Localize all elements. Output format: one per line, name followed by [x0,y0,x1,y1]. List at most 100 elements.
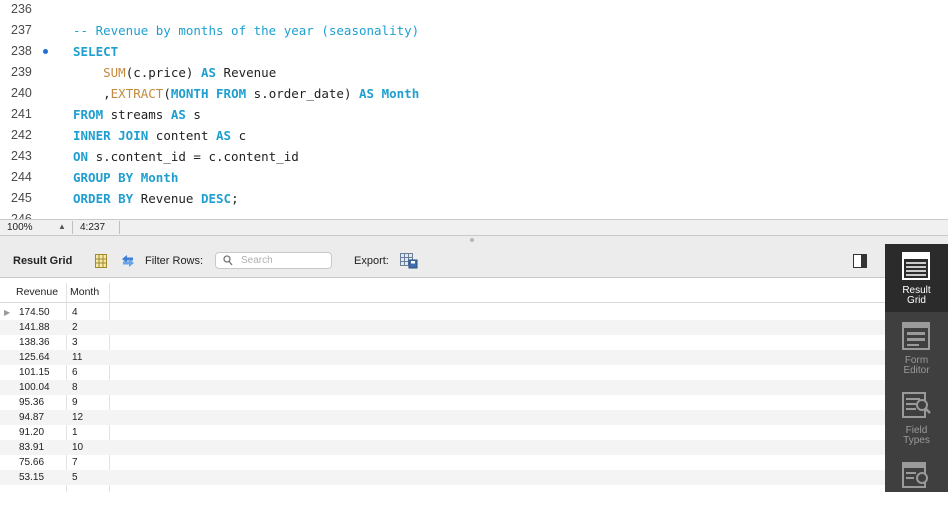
cell-revenue[interactable]: 95.36 [19,395,44,410]
cell-revenue[interactable]: 100.04 [19,380,50,395]
code-token: Revenue [133,191,201,206]
code-text: GROUP BY Month [73,167,178,188]
code-line[interactable]: 242 INNER JOIN content AS c [0,125,948,146]
form-editor-panel-button[interactable]: Form Editor [885,314,948,382]
splitter-handle[interactable] [470,238,474,242]
cell-month[interactable]: 5 [72,470,78,485]
table-row[interactable]: 141.88 2 [0,320,885,335]
cell-revenue[interactable]: 53.15 [19,470,44,485]
column-layout-icon[interactable] [95,254,107,271]
table-row[interactable]: ▶ 174.50 4 [0,305,885,320]
field-types-panel-button[interactable]: Field Types [885,384,948,452]
cursor-position: 4:237 [80,222,106,233]
execution-marker-icon[interactable] [43,49,48,54]
cell-revenue[interactable]: 174.50 [19,305,50,320]
search-placeholder: Search [241,255,273,266]
cell-month[interactable]: 3 [72,335,78,350]
line-number: 240 [11,86,32,100]
cell-month[interactable]: 4 [72,305,78,320]
cell-revenue[interactable]: 75.66 [19,455,44,470]
line-number: 242 [11,128,32,142]
code-token: s.order_date) [246,86,360,101]
current-row-arrow-icon: ▶ [4,308,11,317]
code-token: , [73,86,111,101]
code-text: SUM(c.price) AS Revenue [73,62,276,83]
refresh-arrows-icon[interactable] [120,254,136,271]
table-row[interactable]: 53.15 5 [0,470,885,485]
sql-editor[interactable]: 236 237 -- Revenue by months of the year (… [0,0,948,219]
code-text: -- Revenue by months of the year (season… [73,20,419,41]
line-number: 246 [11,212,32,219]
field-types-icon [902,390,932,425]
editor-status-bar: 100% ▲ 4:237 [0,219,948,236]
table-row[interactable]: 94.87 12 [0,410,885,425]
code-token: SUM [103,65,126,80]
code-line[interactable]: 241 FROM streams AS s [0,104,948,125]
panel-splitter[interactable] [0,236,948,244]
result-toolbar: Result Grid Filter Rows: Search Export: [0,244,885,278]
cell-revenue[interactable]: 138.36 [19,335,50,350]
code-line[interactable]: 240 ,EXTRACT(MONTH FROM s.order_date) AS… [0,83,948,104]
query-stats-panel-button[interactable] [885,454,948,522]
code-text: FROM streams AS s [73,104,201,125]
code-token: DESC [200,191,232,206]
cell-month[interactable]: 11 [72,350,82,365]
status-separator [119,221,120,234]
code-token: s [185,107,201,122]
cell-month[interactable]: 1 [72,425,78,440]
cell-month[interactable]: 2 [72,320,78,335]
cell-revenue[interactable]: 101.15 [19,365,50,380]
column-header-month[interactable]: Month [70,286,99,298]
code-token: content [148,128,216,143]
result-grid-panel-label: Result Grid [902,285,931,306]
table-row[interactable]: 100.04 8 [0,380,885,395]
toggle-panel-icon[interactable] [853,254,867,271]
export-icon[interactable] [400,253,418,272]
code-line[interactable]: 237 -- Revenue by months of the year (sea… [0,20,948,41]
cell-month[interactable]: 8 [72,380,78,395]
cell-month[interactable]: 12 [72,410,83,425]
filter-search-input[interactable]: Search [215,252,332,269]
cell-revenue[interactable]: 141.88 [19,320,50,335]
table-row[interactable]: 83.91 10 [0,440,885,455]
cell-month[interactable]: 9 [72,395,78,410]
export-label: Export: [354,255,389,267]
code-token: -- Revenue by months of the year (season… [73,23,420,38]
result-side-panel: Result Grid Form Editor Field Types [885,244,948,492]
line-number: 245 [11,191,32,205]
cell-revenue[interactable]: 125.64 [19,350,50,365]
result-grid-icon [902,252,930,285]
code-token: SELECT [73,44,119,59]
table-row[interactable]: 91.20 1 [0,425,885,440]
cell-month[interactable]: 6 [72,365,78,380]
table-row[interactable]: 101.15 6 [0,365,885,380]
code-text: ON s.content_id = c.content_id [73,146,299,167]
table-row[interactable]: 125.64 11 [0,350,885,365]
code-token: AS [216,128,232,143]
code-text: INNER JOIN content AS c [73,125,246,146]
result-grid-panel-button[interactable]: Result Grid [885,244,948,312]
code-line[interactable]: 245 ORDER BY Revenue DESC; [0,188,948,209]
cell-revenue[interactable]: 91.20 [19,425,44,440]
column-header-revenue[interactable]: Revenue [16,286,58,298]
code-line[interactable]: 238 SELECT [0,41,948,62]
code-line[interactable]: 246 [0,209,948,219]
result-grid-title: Result Grid [13,255,73,267]
form-editor-panel-label: Form Editor [903,355,930,376]
code-token: ; [231,191,239,206]
code-line[interactable]: 244 GROUP BY Month [0,167,948,188]
result-grid[interactable]: Revenue Month ▶ 174.50 4 141.88 2 138.36 3 125.… [0,278,885,492]
table-row[interactable]: 75.66 7 [0,455,885,470]
table-row[interactable]: 95.36 9 [0,395,885,410]
code-token: AS Month [359,86,420,101]
zoom-stepper-icon[interactable]: ▲ [58,222,66,231]
code-line[interactable]: 236 [0,0,948,20]
code-line[interactable]: 243 ON s.content_id = c.content_id [0,146,948,167]
cell-month[interactable]: 7 [72,455,78,470]
cell-month[interactable]: 10 [72,440,83,455]
code-line[interactable]: 239 SUM(c.price) AS Revenue [0,62,948,83]
cell-revenue[interactable]: 83.91 [19,440,44,455]
cell-revenue[interactable]: 94.87 [19,410,44,425]
line-number: 237 [11,23,32,37]
table-row[interactable]: 138.36 3 [0,335,885,350]
